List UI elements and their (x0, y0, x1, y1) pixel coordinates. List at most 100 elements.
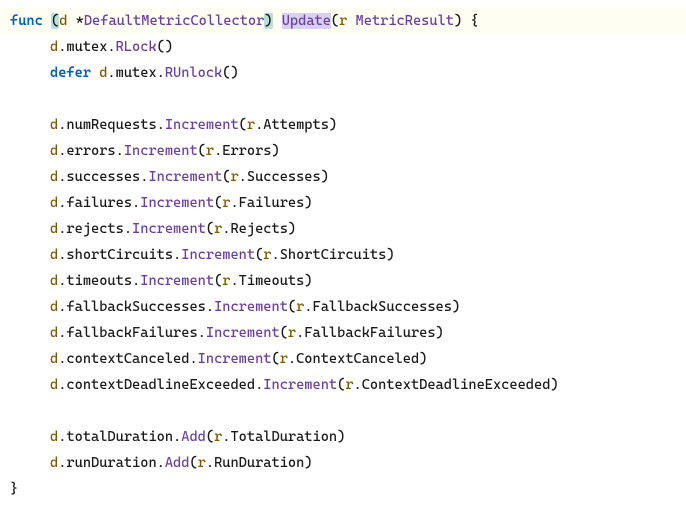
paren: ) (271, 143, 279, 159)
var: d (50, 377, 58, 393)
dot: . (189, 351, 197, 367)
dot: . (116, 143, 124, 159)
method: Increment (263, 377, 337, 393)
field: fallbackSuccesses (66, 299, 205, 315)
dot: . (198, 325, 206, 341)
space (347, 13, 355, 29)
code-line[interactable]: d.timeouts.Increment(r.Timeouts) (0, 268, 686, 294)
method: Increment (132, 221, 206, 237)
space (273, 13, 281, 29)
paren: ) (321, 169, 329, 185)
arg-field: Attempts (263, 117, 329, 133)
parens: () (157, 39, 173, 55)
arg-field: Successes (247, 169, 321, 185)
arg-field: FallbackSuccesses (313, 299, 452, 315)
var: d (50, 143, 58, 159)
method: Increment (214, 299, 288, 315)
method-rlock: RLock (116, 39, 157, 55)
blank-line[interactable] (0, 398, 686, 424)
paren: ) (329, 117, 337, 133)
paren: ) (288, 221, 296, 237)
paren: ( (280, 325, 288, 341)
arg-field: Errors (222, 143, 271, 159)
arg-var: r (280, 351, 288, 367)
blank-line[interactable] (0, 86, 686, 112)
code-line[interactable]: d.shortCircuits.Increment(r.ShortCircuit… (0, 242, 686, 268)
paren: ) (452, 299, 460, 315)
dot: . (132, 195, 140, 211)
brace-open: { (470, 13, 478, 29)
field: contextCanceled (66, 351, 189, 367)
var: d (50, 39, 58, 55)
code-line-defer[interactable]: defer d.mutex.RUnlock() (0, 60, 686, 86)
param-type: MetricResult (356, 13, 454, 29)
code-line[interactable]: d.contextCanceled.Increment(r.ContextCan… (0, 346, 686, 372)
var: d (50, 117, 58, 133)
code-editor[interactable]: func (d *DefaultMetricCollector) Update(… (0, 0, 686, 510)
method: Add (165, 455, 190, 471)
dot: . (107, 65, 115, 81)
code-line[interactable]: d.contextDeadlineExceeded.Increment(r.Co… (0, 372, 686, 398)
var: d (50, 325, 58, 341)
dot: . (206, 299, 214, 315)
arg-field: Timeouts (239, 273, 305, 289)
arg-var: r (198, 455, 206, 471)
paren: ) (304, 455, 312, 471)
code-line[interactable]: d.failures.Increment(r.Failures) (0, 190, 686, 216)
var: d (50, 221, 58, 237)
arg-field: RunDuration (214, 455, 304, 471)
code-line[interactable]: d.errors.Increment(r.Errors) (0, 138, 686, 164)
code-line[interactable]: d.successes.Increment(r.Successes) (0, 164, 686, 190)
code-line[interactable]: d.fallbackSuccesses.Increment(r.Fallback… (0, 294, 686, 320)
field: runDuration (66, 455, 156, 471)
arg-var: r (230, 169, 238, 185)
var: d (50, 299, 58, 315)
space (67, 13, 75, 29)
closing-brace-line[interactable]: } (0, 476, 686, 502)
paren: ) (419, 351, 427, 367)
field: rejects (66, 221, 123, 237)
arg-field: ShortCircuits (280, 247, 387, 263)
code-line[interactable]: d.numRequests.Increment(r.Attempts) (0, 112, 686, 138)
paren: ( (288, 299, 296, 315)
code-line[interactable]: d.runDuration.Add(r.RunDuration) (0, 450, 686, 476)
field: timeouts (66, 273, 132, 289)
paren: ( (206, 221, 214, 237)
code-line[interactable]: d.rejects.Increment(r.Rejects) (0, 216, 686, 242)
paren: ) (436, 325, 444, 341)
code-line[interactable]: d.fallbackFailures.Increment(r.FallbackF… (0, 320, 686, 346)
code-line[interactable]: d.totalDuration.Add(r.TotalDuration) (0, 424, 686, 450)
dot: . (230, 273, 238, 289)
code-line-rlock[interactable]: d.mutex.RLock() (0, 34, 686, 60)
paren: ( (331, 13, 339, 29)
paren-open-highlight: ( (51, 13, 59, 29)
paren: ) (454, 13, 462, 29)
paren-close-highlight: ) (264, 13, 272, 29)
arg-var: r (345, 377, 353, 393)
field: numRequests (66, 117, 156, 133)
method: Increment (148, 169, 222, 185)
field: successes (66, 169, 140, 185)
var: d (50, 455, 58, 471)
method: Increment (140, 273, 214, 289)
field: fallbackFailures (66, 325, 197, 341)
arg-field: Rejects (230, 221, 287, 237)
arg-var: r (288, 325, 296, 341)
dot: . (304, 299, 312, 315)
field: errors (66, 143, 115, 159)
func-signature-line[interactable]: func (d *DefaultMetricCollector) Update(… (0, 8, 686, 34)
method: Increment (124, 143, 198, 159)
star: * (76, 13, 84, 29)
var: d (50, 195, 58, 211)
paren: ( (239, 117, 247, 133)
dot: . (271, 247, 279, 263)
field: totalDuration (66, 429, 173, 445)
keyword-func: func (10, 13, 43, 29)
arg-var: r (247, 117, 255, 133)
field: failures (66, 195, 132, 211)
arg-var: r (206, 143, 214, 159)
var: d (50, 351, 58, 367)
var: d (50, 247, 58, 263)
field-mutex: mutex (66, 39, 107, 55)
paren: ) (337, 429, 345, 445)
